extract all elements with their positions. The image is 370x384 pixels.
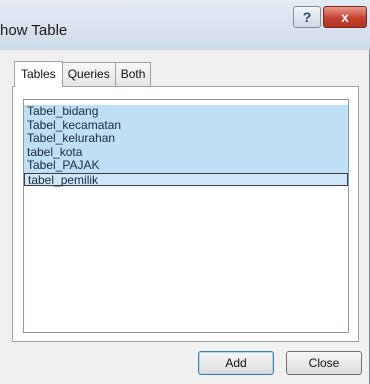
tables-tab-panel: Tabel_bidang Tabel_kecamatan Tabel_kelur… [12, 86, 359, 342]
help-icon: ? [302, 9, 312, 25]
list-item-tabel-pemilik[interactable]: tabel_pemilik [24, 172, 348, 186]
tab-tables[interactable]: Tables [14, 61, 63, 87]
tab-strip: Tables Queries Both [14, 61, 152, 87]
show-table-dialog: how Table ? x Tables Queries Both Tabel_… [0, 0, 370, 384]
dialog-body: Tables Queries Both Tabel_bidang Tabel_k… [0, 50, 369, 384]
window-title: how Table [0, 22, 68, 39]
add-button[interactable]: Add [198, 351, 274, 375]
list-item-tabel-bidang[interactable]: Tabel_bidang [24, 104, 348, 119]
list-item-tabel-kota[interactable]: tabel_kota [24, 145, 348, 159]
window-close-button[interactable]: x [323, 6, 367, 28]
tab-both[interactable]: Both [114, 62, 152, 86]
title-bar[interactable]: how Table ? x [0, 0, 370, 50]
list-item-tabel-pajak[interactable]: Tabel_PAJAK [24, 158, 348, 173]
list-item-tabel-kecamatan[interactable]: Tabel_kecamatan [24, 118, 348, 132]
tab-queries[interactable]: Queries [61, 62, 116, 86]
help-button[interactable]: ? [293, 6, 321, 28]
close-button[interactable]: Close [286, 351, 362, 375]
list-item-tabel-kelurahan[interactable]: Tabel_kelurahan [24, 131, 348, 146]
close-icon: x [341, 9, 349, 25]
tables-list[interactable]: Tabel_bidang Tabel_kecamatan Tabel_kelur… [23, 99, 349, 333]
